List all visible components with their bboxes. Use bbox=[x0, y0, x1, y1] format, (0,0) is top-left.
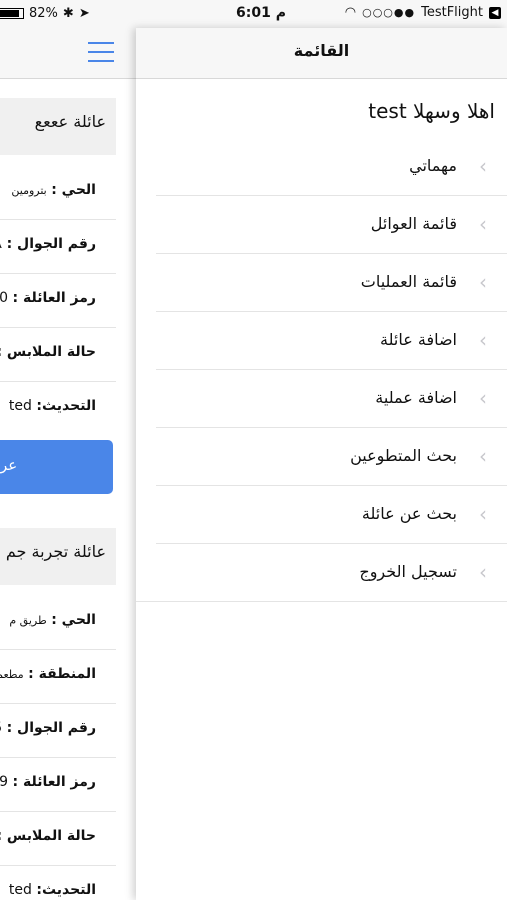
menu-item-label: قائمة العمليات bbox=[360, 272, 457, 291]
family-row: الحي : طريق م bbox=[0, 595, 116, 650]
menu-title: القائمة bbox=[293, 41, 350, 60]
row-value: ted bbox=[8, 882, 32, 898]
row-key: المنطقة : bbox=[28, 666, 96, 682]
row-key: رقم الجوال : bbox=[6, 720, 96, 736]
row-key: الحي : bbox=[51, 182, 96, 198]
chevron-left-icon: ‹ bbox=[479, 386, 487, 410]
row-key: رمز العائلة : bbox=[12, 774, 96, 790]
menu-navbar: القائمة bbox=[136, 28, 507, 79]
signal-icon: ○○○●● bbox=[362, 6, 416, 19]
family-row: التحديث: ted bbox=[0, 865, 116, 900]
family-list-navbar bbox=[0, 28, 136, 79]
chevron-left-icon: ‹ bbox=[479, 212, 487, 236]
family-row: حالة الملابس : bbox=[0, 327, 116, 382]
family-row: رقم الجوال : 5 bbox=[0, 703, 116, 758]
family-action-button[interactable]: عر bbox=[0, 440, 113, 494]
row-key: حالة الملابس : bbox=[0, 828, 96, 844]
chevron-left-icon: ‹ bbox=[479, 444, 487, 468]
chevron-left-icon: ‹ bbox=[479, 270, 487, 294]
family-row: رقم الجوال : ٨ bbox=[0, 219, 116, 274]
row-value: ted bbox=[8, 398, 32, 414]
carrier-name: TestFlight bbox=[421, 5, 483, 20]
menu-item-label: بحث عن عائلة bbox=[361, 504, 457, 523]
status-bar: 82% ✱ ➤ 6:01 م ◠ ○○○●● TestFlight ◀ bbox=[0, 0, 507, 28]
menu-item-label: قائمة العوائل bbox=[370, 214, 457, 233]
family-title: عائلة تجربة جم bbox=[5, 542, 106, 561]
row-value: 0 bbox=[0, 290, 9, 306]
family-card-header[interactable]: عائلة عععع bbox=[0, 98, 116, 155]
family-row: رمز العائلة : 9 bbox=[0, 757, 116, 812]
row-value: مطعم bbox=[0, 668, 24, 681]
wifi-icon: ◠ bbox=[344, 5, 357, 20]
row-key: رقم الجوال : bbox=[6, 236, 96, 252]
row-value: 5 bbox=[0, 720, 2, 736]
row-key: التحديث: bbox=[36, 398, 96, 414]
chevron-left-icon: ‹ bbox=[479, 502, 487, 526]
bluetooth-icon: ✱ bbox=[62, 6, 74, 21]
family-row: رمز العائلة : 0 bbox=[0, 273, 116, 328]
row-key: رمز العائلة : bbox=[12, 290, 96, 306]
row-value: ٨ bbox=[0, 236, 2, 252]
menu-item-operations-list[interactable]: قائمة العمليات ‹ bbox=[156, 255, 507, 312]
family-list-panel: عائلة عععع الحي : بترومين رقم الجوال : ٨… bbox=[0, 28, 136, 900]
testflight-back-icon[interactable]: ◀ bbox=[489, 6, 501, 19]
hamburger-menu-icon[interactable] bbox=[88, 42, 114, 62]
family-row: المنطقة : مطعم bbox=[0, 649, 116, 704]
side-menu: القائمة اهلا وسهلا test مهماتي ‹ قائمة ا… bbox=[136, 28, 507, 900]
status-time: 6:01 م bbox=[236, 5, 286, 21]
menu-item-add-operation[interactable]: اضافة عملية ‹ bbox=[156, 371, 507, 428]
row-key: حالة الملابس : bbox=[0, 344, 96, 360]
welcome-text: اهلا وسهلا test bbox=[368, 99, 495, 123]
menu-item-label: بحث المتطوعين bbox=[350, 446, 457, 465]
family-title: عائلة عععع bbox=[34, 112, 106, 131]
row-value: بترومين bbox=[11, 184, 47, 197]
menu-item-label: تسجيل الخروج bbox=[359, 562, 457, 581]
battery-icon bbox=[0, 8, 24, 19]
menu-item-label: اضافة عائلة bbox=[380, 330, 457, 349]
family-card-header[interactable]: عائلة تجربة جم bbox=[0, 528, 116, 585]
menu-item-search-volunteers[interactable]: بحث المتطوعين ‹ bbox=[156, 429, 507, 486]
location-icon: ➤ bbox=[78, 6, 90, 21]
family-action-label: عر bbox=[0, 456, 18, 474]
menu-item-my-tasks[interactable]: مهماتي ‹ bbox=[156, 139, 507, 196]
menu-item-add-family[interactable]: اضافة عائلة ‹ bbox=[156, 313, 507, 370]
status-left: 82% ✱ ➤ bbox=[0, 6, 90, 21]
chevron-left-icon: ‹ bbox=[479, 154, 487, 178]
chevron-left-icon: ‹ bbox=[479, 328, 487, 352]
row-value: 9 bbox=[0, 774, 9, 790]
menu-item-search-family[interactable]: بحث عن عائلة ‹ bbox=[156, 487, 507, 544]
menu-item-family-list[interactable]: قائمة العوائل ‹ bbox=[156, 197, 507, 254]
chevron-left-icon: ‹ bbox=[479, 560, 487, 584]
battery-percent: 82% bbox=[29, 6, 58, 21]
menu-item-label: مهماتي bbox=[409, 156, 457, 175]
row-value: طريق م bbox=[9, 614, 47, 627]
status-right: ◠ ○○○●● TestFlight ◀ bbox=[345, 5, 501, 20]
row-key: الحي : bbox=[51, 612, 96, 628]
family-row: حالة الملابس : bbox=[0, 811, 116, 866]
row-key: التحديث: bbox=[36, 882, 96, 898]
menu-item-logout[interactable]: تسجيل الخروج ‹ bbox=[136, 545, 507, 602]
menu-item-label: اضافة عملية bbox=[375, 388, 457, 407]
family-row: التحديث: ted bbox=[0, 381, 116, 435]
family-row: الحي : بترومين bbox=[0, 165, 116, 220]
